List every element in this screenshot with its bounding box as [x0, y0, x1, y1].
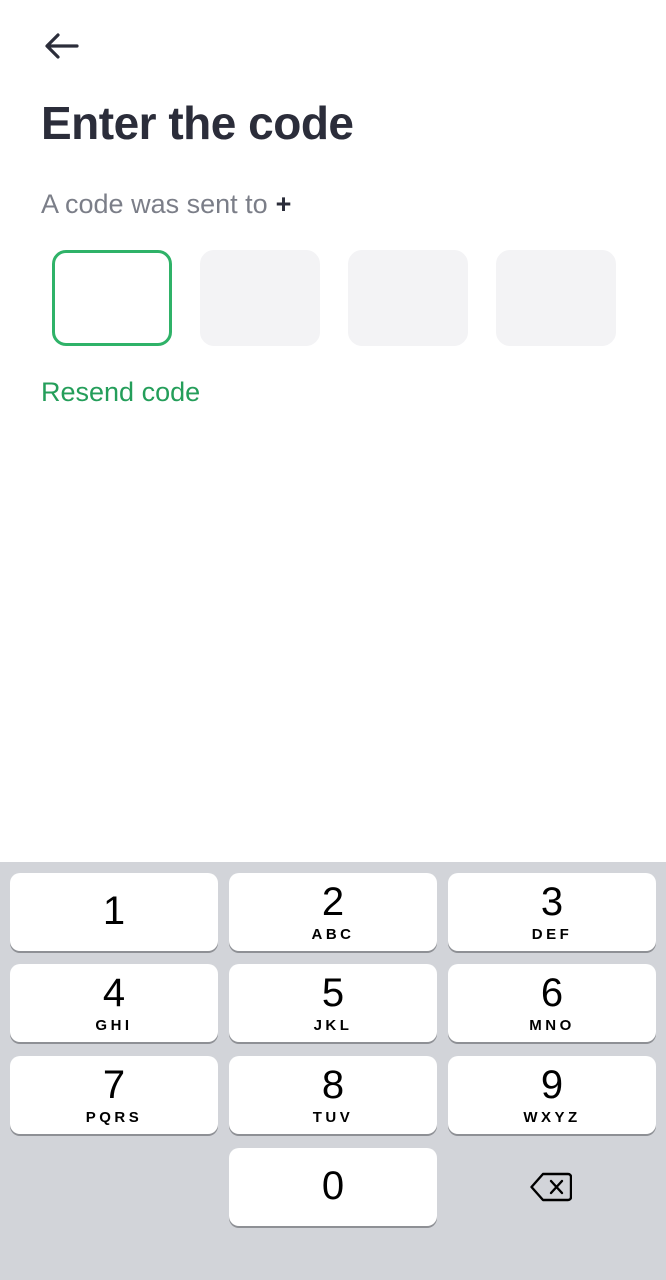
code-digit-3[interactable]: [348, 250, 468, 346]
key-letters: ABC: [311, 926, 355, 943]
key-digit: 9: [540, 1063, 564, 1107]
phone-number: +: [275, 189, 292, 219]
key-letters: TUV: [312, 1109, 354, 1126]
key-letters: PQRS: [85, 1109, 143, 1126]
back-button[interactable]: [36, 24, 88, 68]
code-sent-text: A code was sent to: [41, 189, 268, 219]
numeric-keypad: 1 2 ABC 3 DEF 4 GHI 5 JKL 6 MNO 7 PQRS 8…: [0, 862, 666, 1280]
key-letters: GHI: [95, 1017, 133, 1034]
key-1[interactable]: 1: [10, 873, 218, 951]
key-letters: JKL: [313, 1017, 353, 1034]
code-digit-4[interactable]: [496, 250, 616, 346]
phone-redaction: [300, 170, 590, 230]
code-sent-message: A code was sent to +: [41, 189, 291, 220]
key-0[interactable]: 0: [229, 1148, 437, 1226]
code-digit-1[interactable]: [52, 250, 172, 346]
verification-screen: Enter the code A code was sent to + Rese…: [0, 0, 666, 1280]
key-2[interactable]: 2 ABC: [229, 873, 437, 951]
key-7[interactable]: 7 PQRS: [10, 1056, 218, 1134]
backspace-icon: [530, 1172, 572, 1202]
key-6[interactable]: 6 MNO: [448, 964, 656, 1042]
key-digit: 1: [102, 889, 126, 933]
key-digit: 8: [321, 1063, 345, 1107]
key-letters: MNO: [529, 1017, 575, 1034]
key-digit: 2: [321, 880, 345, 924]
page-title: Enter the code: [41, 97, 354, 149]
code-input-group: [52, 250, 616, 346]
arrow-left-icon: [45, 33, 79, 59]
key-9[interactable]: 9 WXYZ: [448, 1056, 656, 1134]
key-digit: 3: [540, 880, 564, 924]
key-digit: 6: [540, 971, 564, 1015]
key-8[interactable]: 8 TUV: [229, 1056, 437, 1134]
key-4[interactable]: 4 GHI: [10, 964, 218, 1042]
key-digit: 5: [321, 971, 345, 1015]
code-digit-2[interactable]: [200, 250, 320, 346]
key-letters: DEF: [531, 926, 573, 943]
key-digit: 4: [102, 971, 126, 1015]
key-3[interactable]: 3 DEF: [448, 873, 656, 951]
key-digit: 0: [321, 1164, 345, 1208]
key-digit: 7: [102, 1063, 126, 1107]
key-5[interactable]: 5 JKL: [229, 964, 437, 1042]
key-letters: WXYZ: [523, 1109, 581, 1126]
resend-code-link[interactable]: Resend code: [41, 377, 200, 408]
delete-key[interactable]: [447, 1148, 655, 1226]
